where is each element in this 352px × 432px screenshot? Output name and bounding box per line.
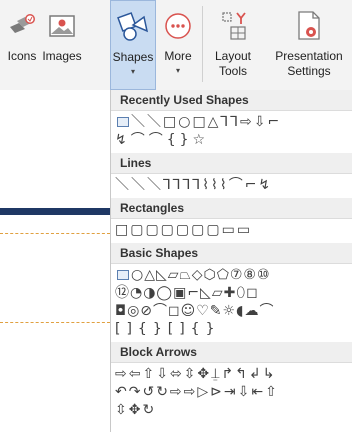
image-icon [44, 8, 80, 44]
shape-row: ◘◎⊘⌒◻☺♡✎☼◖☁⌒ [115, 302, 349, 320]
more-icon [160, 8, 196, 44]
shapes-row-recent-1[interactable]: ＼＼□○□△⅂⅂⇨⇩⌐ [131, 114, 281, 130]
shapes-label: Shapes [112, 50, 154, 64]
shape-row: ↯⌒⌒{}☆ [115, 131, 349, 149]
presentation-settings-label: Presentation Settings [275, 49, 343, 78]
document-header-band [0, 208, 110, 215]
section-rectangles: Rectangles [111, 198, 352, 219]
shapes-row-basic-1[interactable]: ○△◺▱⏢◇⬡⬠⑦⑧⑩ [131, 267, 271, 283]
layout-tools-button[interactable]: Layout Tools [204, 0, 262, 90]
more-label: More [164, 49, 192, 63]
images-label: Images [42, 49, 82, 63]
more-button[interactable]: More ▾ [158, 0, 198, 90]
section-basic-shapes: Basic Shapes [111, 243, 352, 264]
shapes-gallery: Recently Used Shapes ＼＼□○□△⅂⅂⇨⇩⌐ ↯⌒⌒{}☆ … [110, 90, 352, 432]
document-guide-line [0, 322, 110, 323]
shape-row: ＼＼＼⅂⅂⅂⅂⌇⌇⌇⌒⌐↯ [115, 176, 349, 194]
shape-row: ⑫◔◑◯▣⌐◺▱✚⬯◻ [115, 284, 349, 302]
more-dropdown-icon: ▾ [175, 66, 180, 75]
shape-row: ⇳✥↻ [115, 401, 349, 419]
ribbon-separator [202, 6, 203, 82]
shape-row: □▢▢▢▢▢▢▭▭ [115, 221, 349, 239]
shape-row: []{}[]{} [115, 320, 349, 338]
section-recently-used-shapes: Recently Used Shapes [111, 90, 352, 111]
presentation-settings-button[interactable]: Presentation Settings [270, 0, 348, 90]
shapes-row-basic-4[interactable]: []{}[]{} [115, 321, 220, 337]
shapes-row-basic-3[interactable]: ◘◎⊘⌒◻☺♡✎☼◖☁⌒ [115, 303, 274, 319]
shapes-row-recent-2[interactable]: ↯⌒⌒{}☆ [115, 132, 209, 148]
shapes-row-arrows-1[interactable]: ⇨⇦⇧⇩⬄⇳✥⍊↱↰↲↳ [115, 366, 276, 382]
section-block-arrows: Block Arrows [111, 342, 352, 363]
section-lines: Lines [111, 153, 352, 174]
shapes-row-arrows-3[interactable]: ⇳✥↻ [115, 402, 156, 418]
shapes-row-lines[interactable]: ＼＼＼⅂⅂⅂⅂⌇⌇⌇⌒⌐↯ [115, 177, 272, 193]
shape-row: ↶↷↺↻⇨⇨▷⊳⇥⇩⇤⇧ [115, 383, 349, 401]
icons-label: Icons [7, 49, 37, 63]
ribbon: Icons Images Shapes ▾ More ▾ Layout Tool… [0, 0, 352, 90]
images-button[interactable]: Images [40, 0, 84, 90]
layout-tools-icon [215, 8, 251, 44]
presentation-settings-icon [291, 8, 327, 44]
text-box-shape-icon[interactable] [117, 270, 129, 280]
shapes-row-basic-2[interactable]: ⑫◔◑◯▣⌐◺▱✚⬯◻ [115, 285, 259, 301]
shapes-row-rectangles[interactable]: □▢▢▢▢▢▢▭▭ [115, 222, 252, 238]
document-canvas[interactable] [0, 90, 110, 432]
shapes-icon [115, 9, 151, 45]
document-guide-line [0, 233, 110, 234]
icons-button[interactable]: Icons [4, 0, 40, 90]
text-box-shape-icon[interactable] [117, 117, 129, 127]
shape-row: ○△◺▱⏢◇⬡⬠⑦⑧⑩ [115, 266, 349, 284]
shape-row: ⇨⇦⇧⇩⬄⇳✥⍊↱↰↲↳ [115, 365, 349, 383]
shapes-row-arrows-2[interactable]: ↶↷↺↻⇨⇨▷⊳⇥⇩⇤⇧ [115, 384, 279, 400]
icons-icon [4, 8, 40, 44]
layout-tools-label: Layout Tools [214, 49, 252, 78]
shape-row: ＼＼□○□△⅂⅂⇨⇩⌐ [115, 113, 349, 131]
shapes-dropdown-icon: ▾ [130, 67, 135, 76]
shapes-button[interactable]: Shapes ▾ [110, 0, 156, 90]
